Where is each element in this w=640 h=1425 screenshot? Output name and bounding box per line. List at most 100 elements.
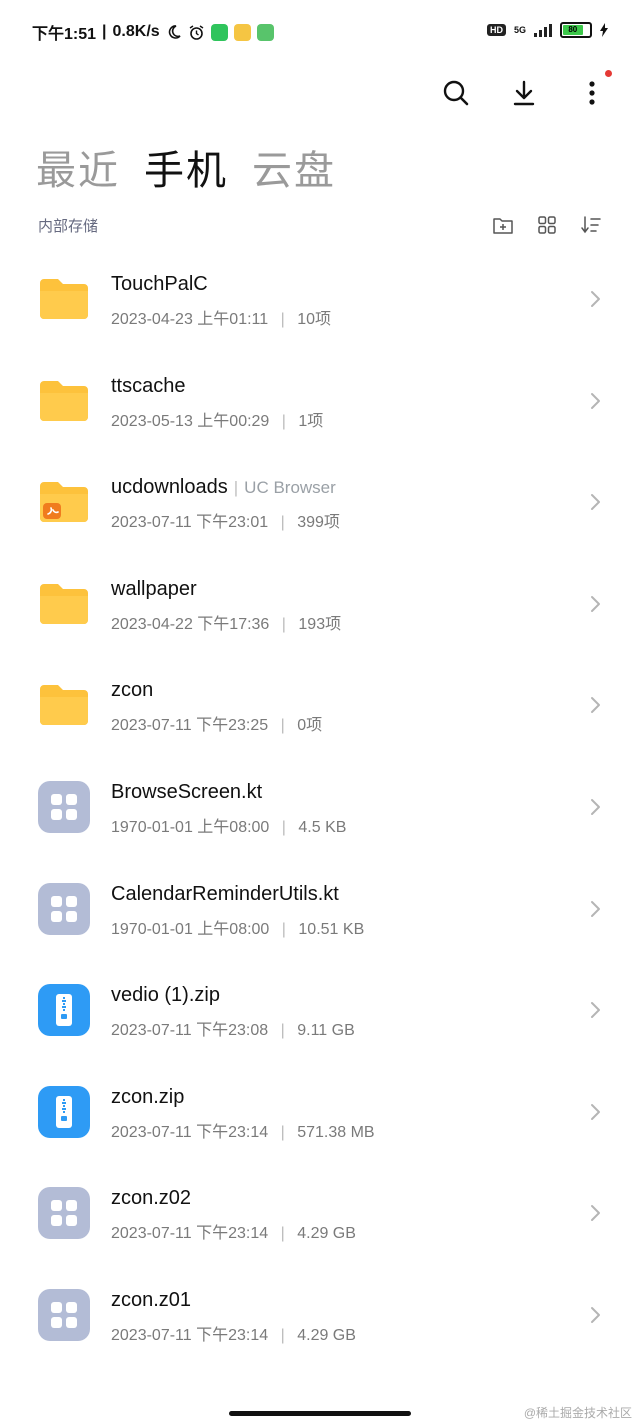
status-left: 下午1:51 | 0.8K/s: [32, 20, 274, 44]
network-label: 5G: [513, 25, 526, 35]
status-time: 下午1:51: [32, 26, 97, 43]
new-folder-button[interactable]: [492, 214, 514, 236]
file-app-tag: UC Browser: [244, 478, 336, 498]
file-row[interactable]: BrowseScreen.kt 1970-01-01 上午08:00 | 4.5…: [0, 756, 640, 858]
file-date: 1970-01-01 上午08:00: [111, 920, 270, 938]
battery-level: 80: [563, 25, 583, 35]
file-name-line: zcon: [111, 679, 153, 702]
file-row[interactable]: ttscache 2023-05-13 上午00:29 | 1项: [0, 350, 640, 452]
file-row[interactable]: CalendarReminderUtils.kt 1970-01-01 上午08…: [0, 858, 640, 960]
file-info: 1项: [298, 412, 324, 430]
meta-separator: |: [280, 514, 285, 532]
storage-breadcrumb[interactable]: 内部存储: [38, 215, 492, 236]
tab-recent[interactable]: 最近: [36, 138, 120, 196]
file-info: 10.51 KB: [298, 920, 365, 938]
chevron-right-icon: [591, 392, 600, 409]
file-info: 4.29 GB: [297, 1225, 356, 1243]
file-info: 571.38 MB: [297, 1123, 375, 1141]
file-row[interactable]: wallpaper 2023-04-22 下午17:36 | 193项: [0, 553, 640, 655]
file-date: 2023-07-11 下午23:14: [111, 1225, 269, 1243]
zip-file-icon: [38, 1085, 90, 1138]
file-name-line: ucdownloads | UC Browser: [111, 476, 336, 499]
file-info: 4.5 KB: [298, 818, 347, 836]
meta-separator: |: [281, 920, 286, 938]
folder-icon: [38, 679, 90, 731]
status-bar: 下午1:51 | 0.8K/s HD 5G 80: [0, 0, 640, 66]
file-row[interactable]: zcon.z01 2023-07-11 下午23:14 | 4.29 GB: [0, 1264, 640, 1366]
search-button[interactable]: [432, 72, 480, 114]
file-meta: 2023-07-11 下午23:14 | 4.29 GB: [111, 1321, 356, 1345]
sort-icon: [581, 216, 601, 234]
file-row[interactable]: zcon.z02 2023-07-11 下午23:14 | 4.29 GB: [0, 1162, 640, 1264]
file-info: 10项: [297, 311, 332, 328]
tag-separator: |: [233, 478, 239, 498]
watermark: @稀土掘金技术社区: [523, 1406, 632, 1420]
file-date: 2023-07-11 下午23:25: [111, 717, 269, 735]
file-row[interactable]: ucdownloads | UC Browser 2023-07-11 下午23:0…: [0, 451, 640, 553]
home-indicator[interactable]: [229, 1411, 411, 1416]
meta-separator: |: [281, 615, 286, 633]
new-folder-icon: [493, 218, 513, 234]
file-meta: 2023-07-11 下午23:25 | 0项: [111, 711, 322, 735]
status-divider: |: [102, 23, 107, 40]
search-icon: [443, 80, 469, 106]
meta-separator: |: [281, 818, 286, 836]
chevron-right-icon: [591, 595, 600, 612]
grid-view-button[interactable]: [536, 214, 558, 236]
meta-separator: |: [280, 1123, 285, 1141]
file-meta: 2023-07-11 下午23:14 | 571.38 MB: [111, 1118, 375, 1142]
file-name-line: ttscache: [111, 375, 185, 398]
file-row[interactable]: vedio (1).zip 2023-07-11 下午23:08 | 9.11 …: [0, 959, 640, 1061]
more-vertical-icon: [589, 81, 595, 105]
file-name: zcon.z02: [111, 1187, 192, 1210]
file-date: 2023-07-11 下午23:08: [111, 1022, 269, 1040]
more-button[interactable]: [568, 70, 616, 114]
file-meta: 2023-07-11 下午23:01 | 399项: [111, 508, 340, 532]
file-name-line: CalendarReminderUtils.kt: [111, 883, 339, 906]
file-meta: 1970-01-01 上午08:00 | 4.5 KB: [111, 813, 346, 837]
moon-icon: [168, 25, 181, 39]
category-tabs: 最近 手机 云盘: [36, 138, 336, 196]
file-info: 399项: [297, 514, 340, 532]
chevron-right-icon: [591, 1002, 600, 1019]
file-date: 2023-07-11 下午23:14: [111, 1123, 269, 1141]
zip-file-icon: [38, 984, 90, 1037]
file-date: 1970-01-01 上午08:00: [111, 818, 270, 836]
file-name-line: zcon.z01: [111, 1289, 191, 1312]
download-icon: [513, 80, 535, 106]
chevron-right-icon: [591, 900, 600, 917]
file-row[interactable]: zcon 2023-07-11 下午23:25 | 0项: [0, 654, 640, 756]
file-name: zcon: [111, 679, 154, 702]
file-row[interactable]: zcon.zip 2023-07-11 下午23:14 | 571.38 MB: [0, 1061, 640, 1163]
unknown-file-icon: [38, 1288, 90, 1341]
signal-icon: [534, 23, 552, 37]
file-name-line: wallpaper: [111, 578, 197, 601]
grid-view-icon: [538, 216, 556, 234]
file-info: 0项: [297, 717, 323, 735]
file-name-line: vedio (1).zip: [111, 984, 220, 1007]
download-button[interactable]: [500, 72, 548, 114]
file-row[interactable]: TouchPalC 2023-04-23 上午01:11 | 10项: [0, 248, 640, 350]
unknown-file-icon: [38, 882, 90, 935]
file-name-line: BrowseScreen.kt: [111, 781, 262, 804]
file-date: 2023-07-11 下午23:14: [111, 1326, 269, 1344]
unknown-file-icon: [38, 780, 90, 833]
file-name-line: TouchPalC: [111, 273, 208, 296]
chevron-right-icon: [591, 1103, 600, 1120]
chevron-right-icon: [591, 1306, 600, 1323]
folder-icon: [38, 375, 90, 427]
battery-icon: 80: [560, 22, 592, 38]
tab-cloud[interactable]: 云盘: [252, 138, 336, 196]
file-info: 9.11 GB: [297, 1022, 355, 1040]
meta-separator: |: [280, 717, 285, 735]
file-meta: 2023-07-11 下午23:08 | 9.11 GB: [111, 1016, 355, 1040]
sort-button[interactable]: [580, 214, 602, 236]
file-meta: 2023-07-11 下午23:14 | 4.29 GB: [111, 1219, 356, 1243]
notification-dot: [605, 70, 612, 77]
file-date: 2023-04-22 下午17:36: [111, 615, 270, 633]
chevron-right-icon: [591, 291, 600, 307]
file-name: vedio (1).zip: [111, 984, 220, 1007]
tab-phone[interactable]: 手机: [144, 138, 228, 196]
status-speed: 0.8K/s: [112, 23, 160, 40]
file-meta: 1970-01-01 上午08:00 | 10.51 KB: [111, 915, 364, 939]
